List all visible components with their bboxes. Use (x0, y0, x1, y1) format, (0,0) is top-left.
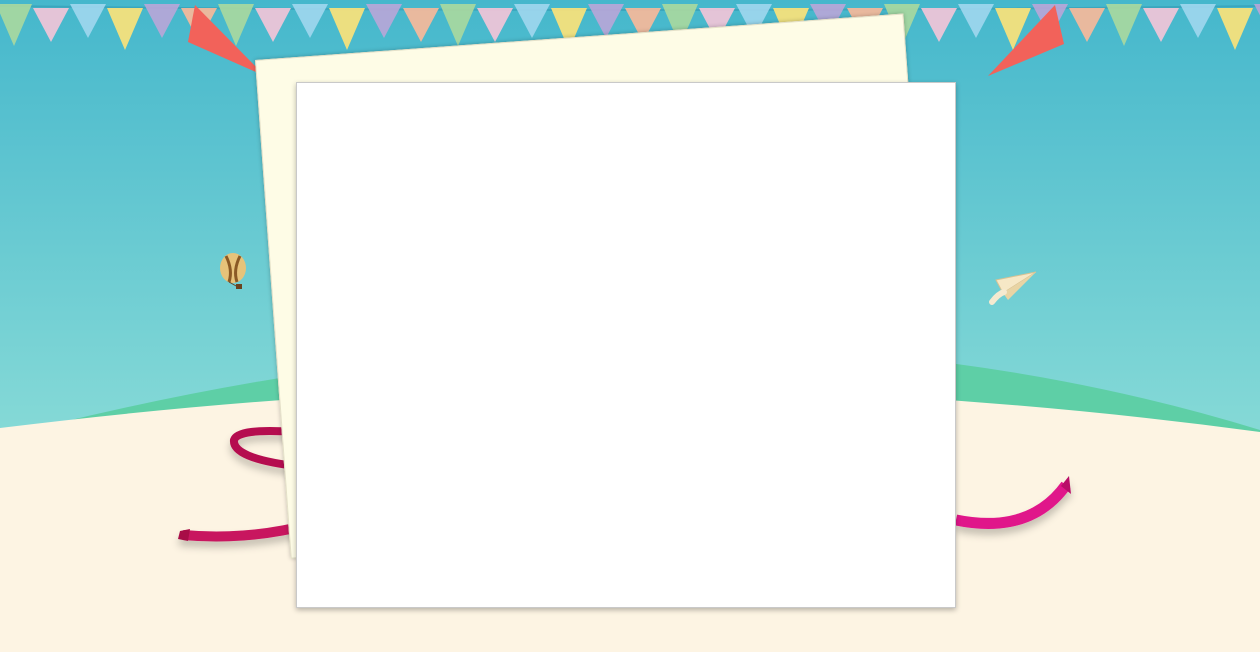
white-content-card (296, 82, 956, 608)
